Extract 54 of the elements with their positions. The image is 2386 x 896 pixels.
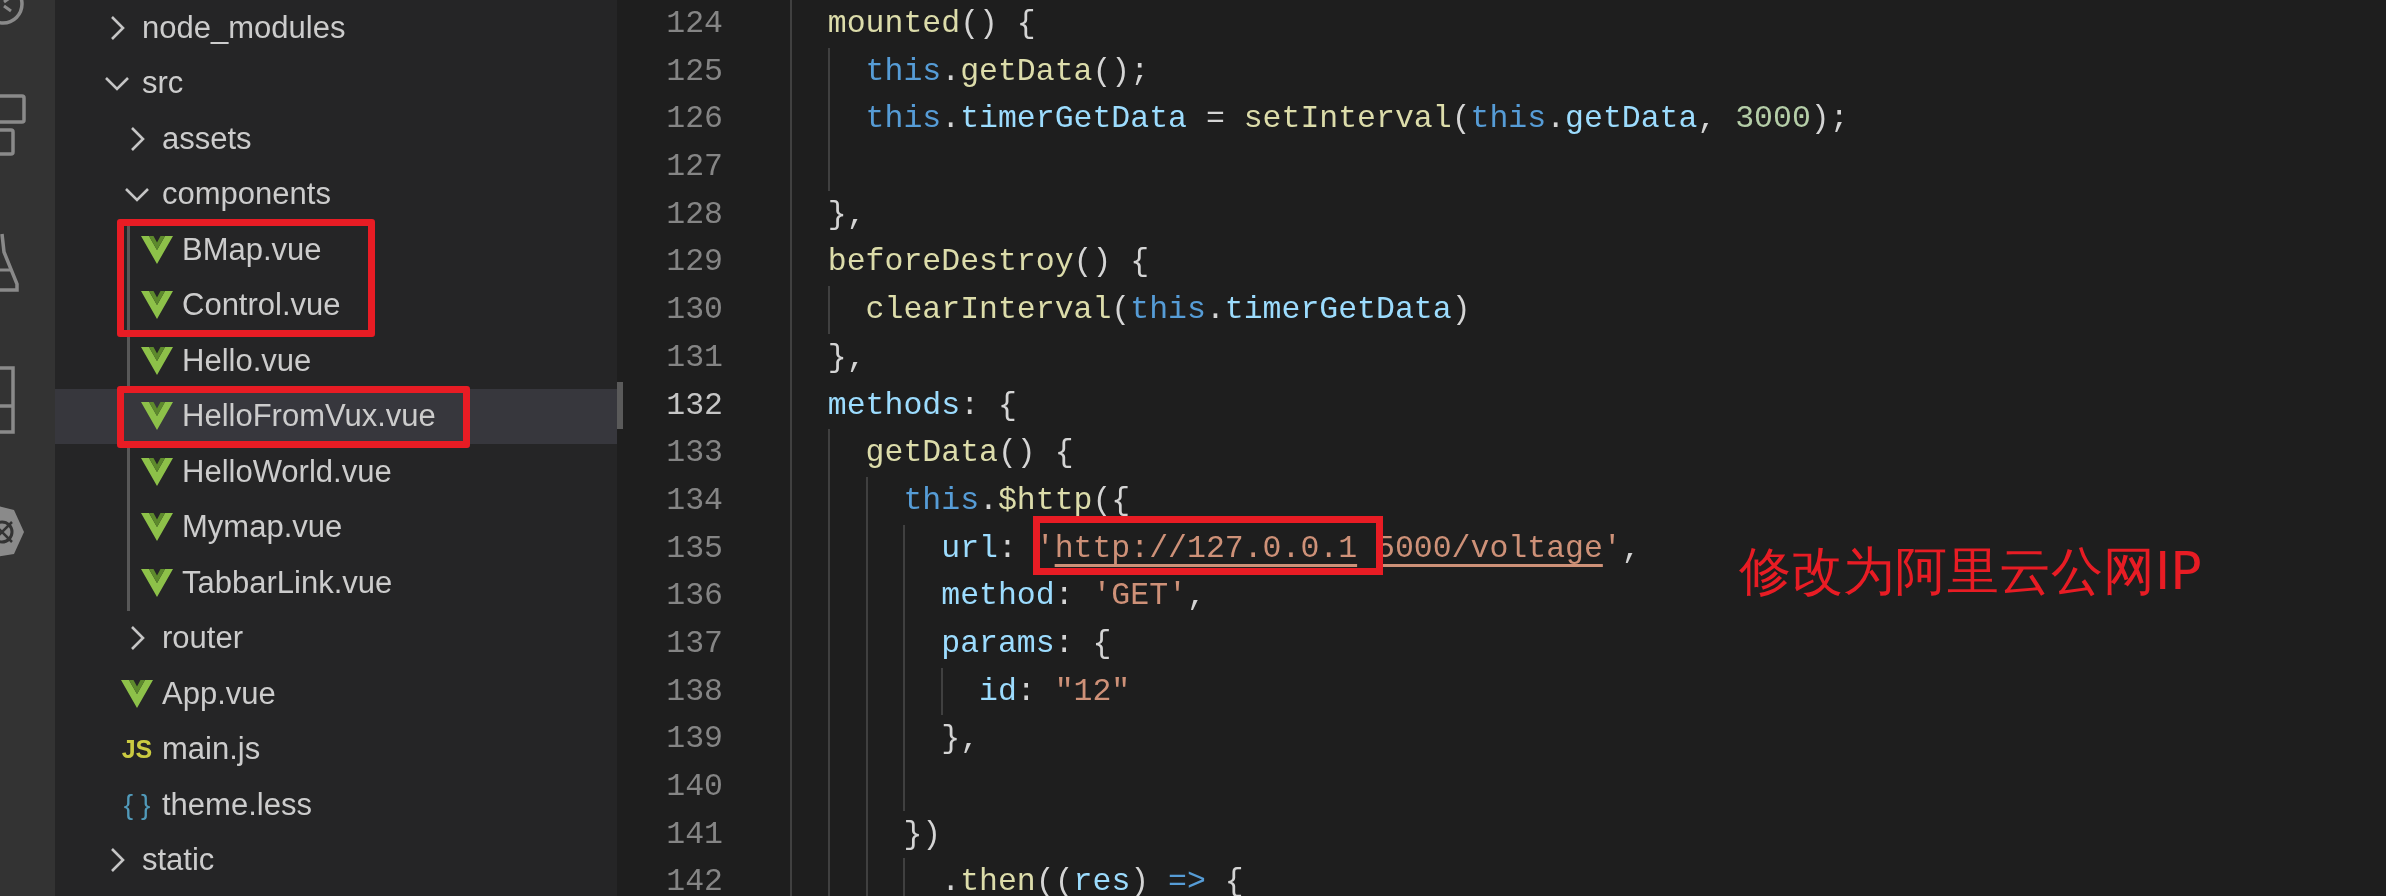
tree-item[interactable]: assets <box>55 111 617 167</box>
line-number: 131 <box>665 338 723 377</box>
tree-item[interactable]: components <box>55 166 617 222</box>
tree-item[interactable]: Mymap.vue <box>55 499 617 555</box>
panel-icon[interactable] <box>0 366 16 434</box>
line-number: 137 <box>665 624 723 663</box>
tree-item[interactable]: src <box>55 55 617 111</box>
tree-item[interactable]: BMap.vue <box>55 222 617 278</box>
tree-item[interactable]: App.vue <box>55 666 617 722</box>
line-number: 132 <box>617 381 723 430</box>
v-logo-icon <box>141 513 173 542</box>
beaker-icon[interactable] <box>0 232 20 294</box>
chevron-right-icon[interactable] <box>109 14 125 41</box>
chevron-right-icon[interactable] <box>129 125 145 152</box>
chevron-down-icon[interactable] <box>124 186 150 203</box>
line-number: 140 <box>665 768 723 806</box>
braces-icon: { } <box>123 790 151 819</box>
line-number: 129 <box>665 243 723 282</box>
v-logo-icon <box>141 402 173 431</box>
line-number: 130 <box>665 291 723 330</box>
line-number: 136 <box>665 577 723 616</box>
v-logo-icon <box>141 568 173 597</box>
tree-item[interactable]: { } theme.less <box>55 777 617 833</box>
line-number: 126 <box>665 100 723 139</box>
tree-item[interactable]: Control.vue <box>55 277 617 333</box>
tree-item[interactable]: node_modules <box>55 0 617 56</box>
line-number: 124 <box>665 5 723 43</box>
js-file-icon: JS <box>121 736 153 762</box>
tree-item[interactable]: static <box>55 832 617 888</box>
line-number: 134 <box>665 481 723 520</box>
v-logo-icon <box>141 457 173 486</box>
tree-item[interactable]: TabbarLink.vue <box>55 555 617 611</box>
line-number: 125 <box>665 52 723 91</box>
tree-item[interactable]: HelloWorld.vue <box>55 444 617 500</box>
line-number: 133 <box>665 434 723 473</box>
v-logo-icon <box>141 291 173 320</box>
v-logo-icon <box>141 346 173 375</box>
line-number: 127 <box>665 148 723 187</box>
tree-item[interactable]: Hello.vue <box>55 333 617 389</box>
chevron-right-icon[interactable] <box>129 625 145 652</box>
extensions-icon[interactable] <box>0 94 26 156</box>
chevron-right-icon[interactable] <box>109 847 125 874</box>
line-number: 139 <box>665 720 723 759</box>
line-number: 141 <box>665 815 723 854</box>
chevron-down-icon[interactable] <box>104 75 130 92</box>
tree-item[interactable]: router <box>55 610 617 666</box>
v-logo-icon <box>121 679 153 708</box>
line-number: 135 <box>665 529 723 568</box>
annotation-text: 修改为阿里云公网IP <box>1739 540 2202 603</box>
line-number: 128 <box>665 195 723 234</box>
line-number: 142 <box>665 863 723 896</box>
tree-item[interactable]: JS main.js <box>55 721 617 777</box>
line-number: 138 <box>665 672 723 711</box>
v-logo-icon <box>141 235 173 264</box>
